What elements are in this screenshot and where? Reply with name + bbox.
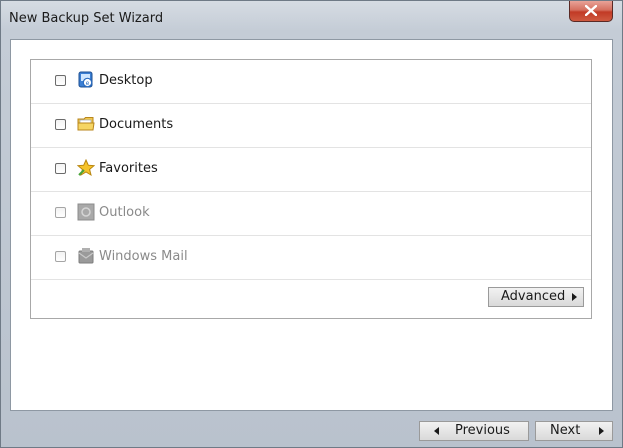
list-item-documents[interactable]: Documents — [31, 104, 591, 148]
favorites-checkbox[interactable] — [55, 163, 66, 174]
list-item-outlook[interactable]: Outlook — [31, 192, 591, 236]
favorites-star-icon — [77, 159, 95, 177]
arrow-left-icon — [434, 427, 439, 435]
arrow-right-icon — [572, 293, 577, 301]
list-item-label: Windows Mail — [99, 249, 188, 264]
wizard-window: New Backup Set Wizard e Desktop Document… — [0, 0, 623, 448]
documents-folder-icon — [77, 117, 95, 131]
svg-text:e: e — [86, 80, 90, 87]
list-item-favorites[interactable]: Favorites — [31, 148, 591, 192]
previous-button-label: Previous — [455, 423, 510, 438]
list-item-label: Favorites — [99, 161, 158, 176]
next-button[interactable]: Next — [535, 421, 613, 441]
advanced-button[interactable]: Advanced — [488, 287, 584, 307]
close-icon — [585, 5, 597, 16]
list-item-windows-mail[interactable]: Windows Mail — [31, 236, 591, 280]
outlook-checkbox[interactable] — [55, 207, 66, 218]
previous-button[interactable]: Previous — [419, 421, 529, 441]
advanced-button-label: Advanced — [501, 289, 566, 304]
list-item-label: Desktop — [99, 73, 153, 88]
list-item-desktop[interactable]: e Desktop — [31, 60, 591, 104]
list-item-label: Documents — [99, 117, 174, 132]
window-title: New Backup Set Wizard — [9, 11, 164, 26]
outlook-icon — [77, 203, 95, 221]
close-button[interactable] — [569, 1, 613, 22]
desktop-checkbox[interactable] — [55, 75, 66, 86]
arrow-right-icon — [599, 427, 604, 435]
next-button-label: Next — [550, 423, 581, 438]
list-item-label: Outlook — [99, 205, 150, 220]
windows-mail-icon — [78, 248, 94, 264]
windows-mail-checkbox[interactable] — [55, 251, 66, 262]
title-bar[interactable]: New Backup Set Wizard — [1, 1, 622, 39]
backup-source-list: e Desktop Documents Favorites Outlook Wi… — [30, 59, 592, 319]
documents-checkbox[interactable] — [55, 119, 66, 130]
desktop-icon: e — [78, 71, 93, 88]
wizard-content: e Desktop Documents Favorites Outlook Wi… — [10, 39, 613, 411]
